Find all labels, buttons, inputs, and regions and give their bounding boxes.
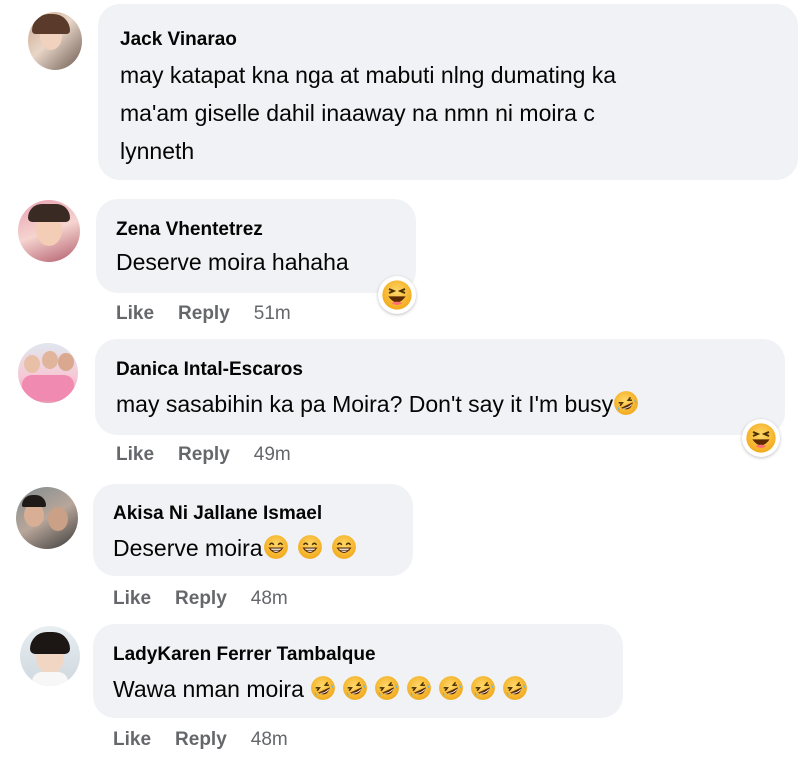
comment-text: may sasabihin ka pa Moira? Don't say it … xyxy=(116,391,614,417)
avatar[interactable] xyxy=(28,12,82,70)
comment-author[interactable]: Zena Vhentetrez xyxy=(116,219,263,241)
reply-button[interactable]: Reply xyxy=(178,303,230,325)
comment-text-line: Deserve moira xyxy=(113,529,357,567)
rolling-laughing-icon xyxy=(470,675,496,701)
like-button[interactable]: Like xyxy=(116,303,154,325)
avatar[interactable] xyxy=(16,487,78,549)
avatar[interactable] xyxy=(18,343,78,403)
avatar[interactable] xyxy=(18,200,80,262)
like-button[interactable]: Like xyxy=(113,588,151,610)
timestamp[interactable]: 48m xyxy=(251,729,288,751)
avatar[interactable] xyxy=(20,626,80,686)
timestamp[interactable]: 48m xyxy=(251,588,288,610)
rolling-laughing-icon xyxy=(438,675,464,701)
comment-text: Wawa nman moira xyxy=(113,676,311,702)
reply-button[interactable]: Reply xyxy=(175,588,227,610)
comment-actions: Like Reply 49m xyxy=(116,444,315,466)
comment-actions: Like Reply 48m xyxy=(113,729,312,751)
grinning-squint-icon xyxy=(297,534,323,560)
comment-text-line: Wawa nman moira xyxy=(113,670,528,708)
laughing-face-icon[interactable] xyxy=(742,419,780,457)
comment-author[interactable]: Jack Vinarao xyxy=(120,29,237,51)
comment-text-line: may katapat kna nga at mabuti nlng dumat… xyxy=(120,62,617,88)
comment-author[interactable]: Danica Intal-Escaros xyxy=(116,359,303,381)
grinning-squint-icon xyxy=(263,534,289,560)
reply-button[interactable]: Reply xyxy=(178,444,230,466)
rolling-laughing-icon xyxy=(342,675,368,701)
like-button[interactable]: Like xyxy=(116,444,154,466)
comment-actions: Like Reply 48m xyxy=(113,588,312,610)
reply-button[interactable]: Reply xyxy=(175,729,227,751)
rolling-laughing-icon xyxy=(406,675,432,701)
rolling-laughing-icon xyxy=(502,675,528,701)
comment-text-line: Deserve moira hahaha xyxy=(116,249,349,275)
comment-author[interactable]: LadyKaren Ferrer Tambalque xyxy=(113,644,376,666)
comment-actions: Like Reply 51m xyxy=(116,303,315,325)
timestamp[interactable]: 51m xyxy=(254,303,291,325)
timestamp[interactable]: 49m xyxy=(254,444,291,466)
laughing-face-icon[interactable] xyxy=(378,276,416,314)
comment-text-line: may sasabihin ka pa Moira? Don't say it … xyxy=(116,385,639,423)
comment-text-line: ma'am giselle dahil inaaway na nmn ni mo… xyxy=(120,100,595,126)
rolling-laughing-icon xyxy=(310,675,336,701)
comment-text-line: lynneth xyxy=(120,138,195,164)
comment-author[interactable]: Akisa Ni Jallane Ismael xyxy=(113,503,322,525)
rolling-laughing-icon xyxy=(374,675,400,701)
comment-text: Deserve moira xyxy=(113,535,263,561)
grinning-squint-icon xyxy=(331,534,357,560)
like-button[interactable]: Like xyxy=(113,729,151,751)
rolling-laughing-icon xyxy=(613,390,639,416)
